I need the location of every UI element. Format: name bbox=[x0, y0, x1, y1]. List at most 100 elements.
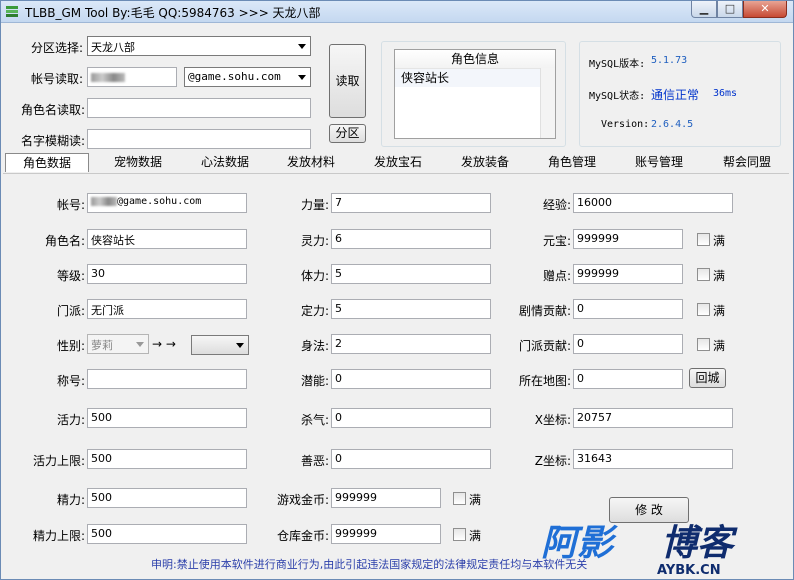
tab-role-data[interactable]: 角色数据 bbox=[5, 153, 89, 172]
exp-field[interactable]: 16000 bbox=[573, 193, 733, 213]
con-label: 体力: bbox=[300, 269, 329, 283]
scrollbar[interactable] bbox=[540, 68, 555, 138]
yuanbao-label: 元宝: bbox=[542, 234, 571, 248]
masked-account bbox=[91, 196, 117, 206]
tab-role-manage[interactable]: 角色管理 bbox=[533, 153, 611, 172]
server-select[interactable]: 天龙八部 bbox=[87, 36, 311, 56]
vitality-field[interactable]: 500 bbox=[87, 408, 247, 428]
sect-contrib-full-checkbox[interactable] bbox=[697, 338, 710, 351]
chevron-down-icon bbox=[236, 343, 244, 348]
energy-label: 精力: bbox=[56, 493, 85, 507]
tab-equipment[interactable]: 发放装备 bbox=[447, 153, 523, 172]
account-read-input[interactable] bbox=[87, 67, 177, 87]
game-gold-label: 游戏金币: bbox=[276, 493, 329, 507]
read-button[interactable]: 读取 bbox=[329, 44, 366, 118]
str-field[interactable]: 7 bbox=[331, 193, 491, 213]
vitality-label: 活力: bbox=[56, 413, 85, 427]
account-field[interactable]: @game.sohu.com bbox=[87, 193, 247, 213]
app-window: TLBB_GM Tool By:毛毛 QQ:5984763 >>> 天龙八部 ▁… bbox=[0, 0, 794, 580]
role-info-list[interactable]: 角色信息 侠容站长 bbox=[394, 49, 556, 139]
vitality-max-field[interactable]: 500 bbox=[87, 449, 247, 469]
game-gold-full-checkbox[interactable] bbox=[453, 492, 466, 505]
con-field[interactable]: 5 bbox=[331, 264, 491, 284]
title-field[interactable] bbox=[87, 369, 247, 389]
str-label: 力量: bbox=[300, 198, 329, 212]
mysql-latency: 36ms bbox=[713, 88, 738, 99]
focus-field[interactable]: 5 bbox=[331, 299, 491, 319]
gender-select[interactable]: 萝莉 bbox=[87, 334, 149, 354]
aybk-watermark-logo: 阿影 博客 AYBK.CN bbox=[541, 523, 738, 578]
window-title: TLBB_GM Tool By:毛毛 QQ:5984763 >>> 天龙八部 bbox=[25, 6, 321, 20]
chevron-down-icon bbox=[298, 44, 306, 49]
game-gold-field[interactable]: 999999 bbox=[331, 488, 441, 508]
tab-gems[interactable]: 发放宝石 bbox=[359, 153, 437, 172]
role-name-field[interactable]: 侠容站长 bbox=[87, 229, 247, 249]
title-label: 称号: bbox=[56, 374, 85, 388]
bonus-full-checkbox[interactable] bbox=[697, 268, 710, 281]
full-label: 满 bbox=[469, 529, 482, 543]
gender-target-select[interactable] bbox=[191, 335, 249, 355]
fuzzy-read-input[interactable] bbox=[87, 129, 311, 149]
chevron-down-icon bbox=[136, 342, 144, 347]
fuzzy-read-label: 名字模糊读: bbox=[20, 134, 85, 148]
return-city-button[interactable]: 回城 bbox=[689, 368, 726, 388]
tab-account-manage[interactable]: 账号管理 bbox=[621, 153, 697, 172]
partition-button[interactable]: 分区 bbox=[329, 124, 366, 143]
minimize-button[interactable]: ▁ bbox=[691, 1, 717, 18]
map-label: 所在地图: bbox=[518, 374, 571, 388]
list-item[interactable]: 侠容站长 bbox=[395, 69, 555, 87]
energy-max-field[interactable]: 500 bbox=[87, 524, 247, 544]
x-coord-field[interactable]: 20757 bbox=[573, 408, 733, 428]
chevron-down-icon bbox=[298, 75, 306, 80]
map-field[interactable]: 0 bbox=[573, 369, 683, 389]
z-coord-field[interactable]: 31643 bbox=[573, 449, 733, 469]
full-label: 满 bbox=[469, 493, 482, 507]
bonus-field[interactable]: 999999 bbox=[573, 264, 683, 284]
spirit-field[interactable]: 6 bbox=[331, 229, 491, 249]
tab-xinfa-data[interactable]: 心法数据 bbox=[187, 153, 263, 172]
level-label: 等级: bbox=[56, 269, 85, 283]
server-value: 天龙八部 bbox=[91, 41, 135, 54]
exp-label: 经验: bbox=[542, 198, 571, 212]
yuanbao-full-checkbox[interactable] bbox=[697, 233, 710, 246]
tool-version-label: Version: bbox=[601, 119, 650, 130]
bank-gold-label: 仓库金币: bbox=[276, 529, 329, 543]
role-read-input[interactable] bbox=[87, 98, 311, 118]
svg-text:AYBK.CN: AYBK.CN bbox=[657, 563, 721, 578]
sect-contrib-field[interactable]: 0 bbox=[573, 334, 683, 354]
tab-materials[interactable]: 发放材料 bbox=[273, 153, 349, 172]
energy-field[interactable]: 500 bbox=[87, 488, 247, 508]
spirit-label: 灵力: bbox=[300, 234, 329, 248]
plot-field[interactable]: 0 bbox=[573, 299, 683, 319]
mysql-version-label: MySQL版本: bbox=[589, 59, 646, 70]
plot-label: 剧情贡献: bbox=[518, 304, 571, 318]
tool-version-value: 2.6.4.5 bbox=[651, 119, 694, 130]
goodness-label: 善恶: bbox=[300, 454, 329, 468]
sect-label: 门派: bbox=[56, 304, 85, 318]
close-icon: ✕ bbox=[760, 2, 770, 15]
potential-field[interactable]: 0 bbox=[331, 369, 491, 389]
close-button[interactable]: ✕ bbox=[743, 1, 787, 18]
gender-value: 萝莉 bbox=[91, 339, 113, 352]
yuanbao-field[interactable]: 999999 bbox=[573, 229, 683, 249]
level-field[interactable]: 30 bbox=[87, 264, 247, 284]
x-coord-label: X坐标: bbox=[534, 413, 571, 427]
plot-full-checkbox[interactable] bbox=[697, 303, 710, 316]
account-domain-select[interactable]: @game.sohu.com bbox=[184, 67, 311, 87]
sect-field[interactable]: 无门派 bbox=[87, 299, 247, 319]
energy-max-label: 精力上限: bbox=[32, 529, 85, 543]
agi-label: 身法: bbox=[300, 339, 329, 353]
full-label: 满 bbox=[713, 304, 726, 318]
maximize-icon: □ bbox=[724, 2, 736, 15]
agi-field[interactable]: 2 bbox=[331, 334, 491, 354]
account-domain-value: @game.sohu.com bbox=[188, 70, 281, 83]
goodness-field[interactable]: 0 bbox=[331, 449, 491, 469]
title-bar: TLBB_GM Tool By:毛毛 QQ:5984763 >>> 天龙八部 ▁… bbox=[1, 1, 793, 23]
killing-field[interactable]: 0 bbox=[331, 408, 491, 428]
tab-guild[interactable]: 帮会同盟 bbox=[709, 153, 785, 172]
maximize-button[interactable]: □ bbox=[717, 1, 743, 18]
bank-gold-full-checkbox[interactable] bbox=[453, 528, 466, 541]
tab-pet-data[interactable]: 宠物数据 bbox=[99, 153, 177, 172]
potential-label: 潜能: bbox=[300, 374, 329, 388]
bank-gold-field[interactable]: 999999 bbox=[331, 524, 441, 544]
